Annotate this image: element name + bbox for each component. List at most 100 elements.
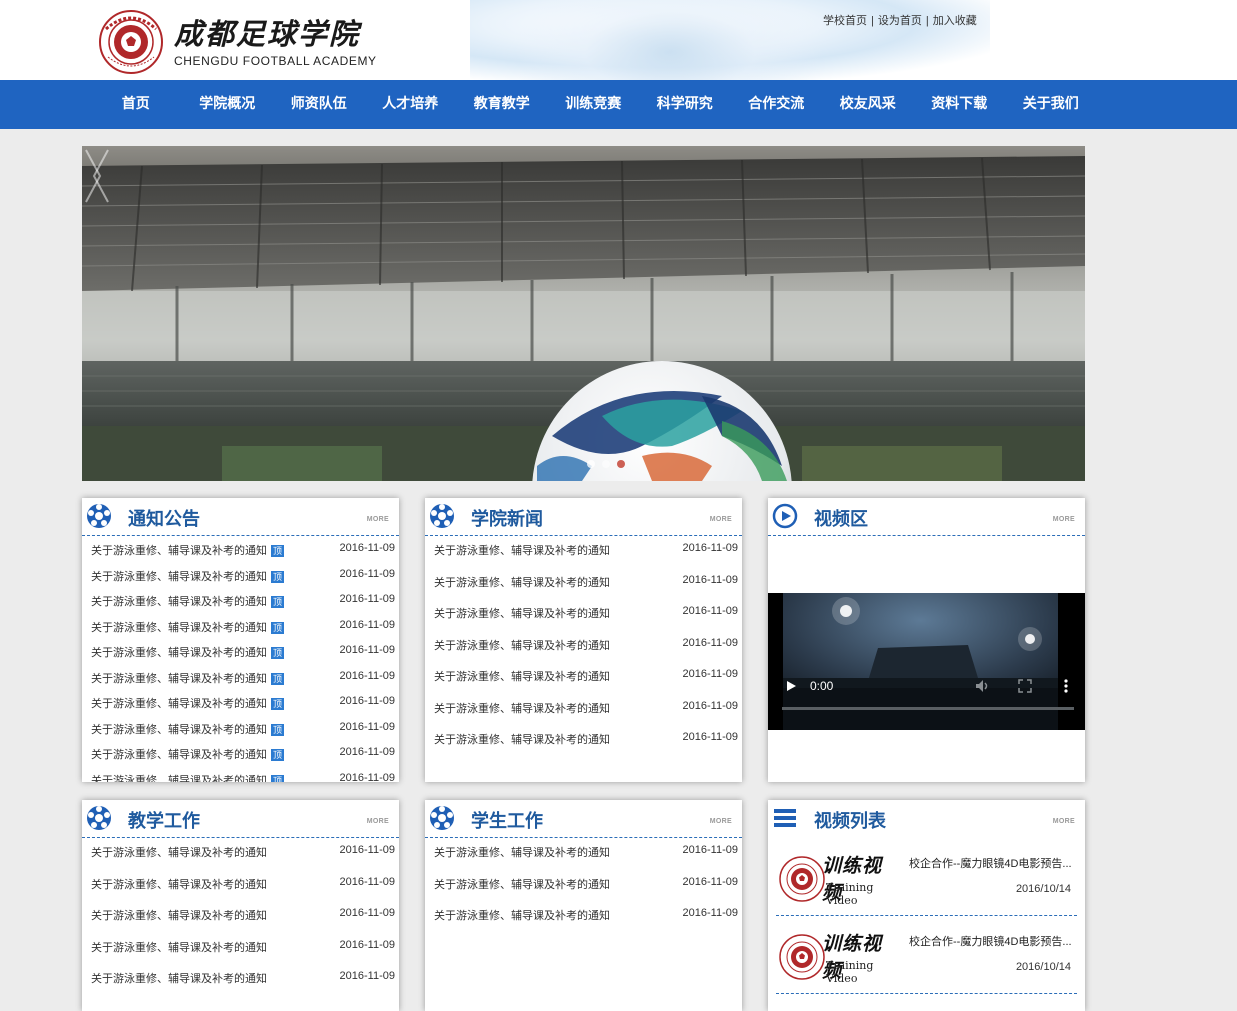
video-player[interactable]: 0:00 bbox=[768, 593, 1085, 730]
list-item[interactable]: 关于游泳重修、辅导课及补考的通知 2016-11-09 bbox=[425, 725, 742, 757]
item-title[interactable]: 关于游泳重修、辅导课及补考的通知 bbox=[434, 844, 610, 860]
item-title[interactable]: 关于游泳重修、辅导课及补考的通知 bbox=[434, 605, 610, 621]
fullscreen-icon[interactable] bbox=[1018, 679, 1032, 693]
item-date: 2016-11-09 bbox=[682, 605, 738, 617]
slide-dot-2 bbox=[602, 460, 610, 468]
nav-item-talent[interactable]: 人才培养 bbox=[365, 80, 457, 129]
item-title[interactable]: 关于游泳重修、辅导课及补考的通知 bbox=[91, 939, 267, 955]
item-title[interactable]: 关于游泳重修、辅导课及补考的通知顶 bbox=[91, 746, 284, 762]
list-item[interactable]: 关于游泳重修、辅导课及补考的通知 2016-11-09 bbox=[425, 870, 742, 902]
list-item[interactable]: 关于游泳重修、辅导课及补考的通知 2016-11-09 bbox=[82, 933, 399, 965]
video-progress-bar[interactable] bbox=[782, 707, 1074, 710]
item-title[interactable]: 关于游泳重修、辅导课及补考的通知 bbox=[434, 700, 610, 716]
item-date: 2016-11-09 bbox=[682, 573, 738, 586]
item-title[interactable]: 关于游泳重修、辅导课及补考的通知顶 bbox=[91, 644, 284, 660]
more-link[interactable]: MORE bbox=[367, 818, 389, 825]
nav-item-home[interactable]: 首页 bbox=[90, 80, 182, 129]
nav-item-education[interactable]: 教育教学 bbox=[456, 80, 548, 129]
list-item[interactable]: 关于游泳重修、辅导课及补考的通知 2016-11-09 bbox=[82, 870, 399, 902]
list-item[interactable]: 关于游泳重修、辅导课及补考的通知顶 2016-11-09 bbox=[82, 715, 399, 741]
item-title[interactable]: 关于游泳重修、辅导课及补考的通知 bbox=[434, 542, 610, 558]
item-date: 2016-11-09 bbox=[339, 746, 395, 758]
nav-item-about[interactable]: 关于我们 bbox=[1005, 80, 1097, 129]
link-set-homepage[interactable]: 设为首页 bbox=[878, 15, 922, 27]
video-list-item[interactable]: 训练视频 Training Video 校企合作--魔力眼镜4D电影预告... 201… bbox=[776, 838, 1077, 916]
list-item[interactable]: 关于游泳重修、辅导课及补考的通知 2016-11-09 bbox=[425, 662, 742, 694]
more-link[interactable]: MORE bbox=[1053, 818, 1075, 825]
item-title[interactable]: 关于游泳重修、辅导课及补考的通知 bbox=[91, 907, 267, 923]
item-title[interactable]: 关于游泳重修、辅导课及补考的通知 bbox=[434, 907, 610, 923]
list-item[interactable]: 关于游泳重修、辅导课及补考的通知 2016-11-09 bbox=[425, 599, 742, 631]
list-item[interactable]: 关于游泳重修、辅导课及补考的通知 2016-11-09 bbox=[82, 901, 399, 933]
list-item[interactable]: 关于游泳重修、辅导课及补考的通知 2016-11-09 bbox=[82, 838, 399, 870]
nav-item-cooperation[interactable]: 合作交流 bbox=[731, 80, 823, 129]
nav-item-alumni[interactable]: 校友风采 bbox=[822, 80, 914, 129]
play-icon[interactable] bbox=[785, 680, 797, 692]
nav-item-overview[interactable]: 学院概况 bbox=[182, 80, 274, 129]
top-badge: 顶 bbox=[271, 545, 284, 558]
item-title[interactable]: 关于游泳重修、辅导课及补考的通知顶 bbox=[91, 568, 284, 584]
item-title[interactable]: 关于游泳重修、辅导课及补考的通知顶 bbox=[91, 695, 284, 711]
list-item[interactable]: 关于游泳重修、辅导课及补考的通知 2016-11-09 bbox=[425, 631, 742, 663]
list-item[interactable]: 关于游泳重修、辅导课及补考的通知顶 2016-11-09 bbox=[82, 766, 399, 782]
play-circle-icon bbox=[772, 503, 798, 529]
site-header: 成都足球学院 CHENGDU FOOTBALL ACADEMY 学校首页 | 设为首… bbox=[0, 0, 1237, 80]
item-title[interactable]: 关于游泳重修、辅导课及补考的通知 bbox=[91, 876, 267, 892]
list-item[interactable]: 关于游泳重修、辅导课及补考的通知顶 2016-11-09 bbox=[82, 613, 399, 639]
list-item[interactable]: 关于游泳重修、辅导课及补考的通知 2016-11-09 bbox=[425, 536, 742, 568]
list-item[interactable]: 关于游泳重修、辅导课及补考的通知顶 2016-11-09 bbox=[82, 562, 399, 588]
volume-icon[interactable] bbox=[975, 679, 991, 693]
item-title[interactable]: 关于游泳重修、辅导课及补考的通知顶 bbox=[91, 619, 284, 635]
video-list: 训练视频 Training Video 校企合作--魔力眼镜4D电影预告... 201… bbox=[768, 838, 1085, 994]
video-thumbnail[interactable]: 训练视频 Training Video bbox=[778, 851, 898, 907]
video-thumbnail[interactable]: 训练视频 Training Video bbox=[778, 929, 898, 985]
list-item[interactable]: 关于游泳重修、辅导课及补考的通知 2016-11-09 bbox=[425, 838, 742, 870]
logo-chinese-name: 成都足球学院 bbox=[174, 17, 361, 51]
list-item[interactable]: 关于游泳重修、辅导课及补考的通知顶 2016-11-09 bbox=[82, 536, 399, 562]
more-link[interactable]: MORE bbox=[367, 516, 389, 523]
more-options-icon[interactable] bbox=[1063, 679, 1069, 693]
link-school-home[interactable]: 学校首页 bbox=[823, 15, 867, 27]
list-item[interactable]: 关于游泳重修、辅导课及补考的通知顶 2016-11-09 bbox=[82, 689, 399, 715]
item-title[interactable]: 关于游泳重修、辅导课及补考的通知 bbox=[434, 668, 610, 684]
item-title[interactable]: 关于游泳重修、辅导课及补考的通知 bbox=[91, 844, 267, 860]
hero-banner[interactable] bbox=[82, 146, 1085, 481]
link-add-favorite[interactable]: 加入收藏 bbox=[933, 15, 977, 27]
panel-header: 视频区 MORE bbox=[768, 498, 1085, 536]
item-title[interactable]: 关于游泳重修、辅导课及补考的通知 bbox=[434, 574, 610, 590]
video-title[interactable]: 校企合作--魔力眼镜4D电影预告... bbox=[909, 933, 1072, 949]
list-item[interactable]: 关于游泳重修、辅导课及补考的通知 2016-11-09 bbox=[425, 901, 742, 933]
list-item[interactable]: 关于游泳重修、辅导课及补考的通知顶 2016-11-09 bbox=[82, 740, 399, 766]
top-badge: 顶 bbox=[271, 698, 284, 711]
item-title[interactable]: 关于游泳重修、辅导课及补考的通知顶 bbox=[91, 670, 284, 686]
item-title[interactable]: 关于游泳重修、辅导课及补考的通知顶 bbox=[91, 593, 284, 609]
list-item[interactable]: 关于游泳重修、辅导课及补考的通知 2016-11-09 bbox=[82, 964, 399, 996]
list-item[interactable]: 关于游泳重修、辅导课及补考的通知 2016-11-09 bbox=[425, 694, 742, 726]
more-link[interactable]: MORE bbox=[710, 516, 732, 523]
video-title[interactable]: 校企合作--魔力眼镜4D电影预告... bbox=[909, 855, 1072, 871]
nav-item-faculty[interactable]: 师资队伍 bbox=[273, 80, 365, 129]
item-title[interactable]: 关于游泳重修、辅导课及补考的通知 bbox=[434, 637, 610, 653]
list-item[interactable]: 关于游泳重修、辅导课及补考的通知顶 2016-11-09 bbox=[82, 587, 399, 613]
list-item[interactable]: 关于游泳重修、辅导课及补考的通知顶 2016-11-09 bbox=[82, 638, 399, 664]
more-link[interactable]: MORE bbox=[710, 818, 732, 825]
soccer-ball-icon bbox=[87, 504, 111, 528]
list-item[interactable]: 关于游泳重修、辅导课及补考的通知 2016-11-09 bbox=[425, 568, 742, 600]
video-list-item[interactable]: 训练视频 Training Video 校企合作--魔力眼镜4D电影预告... 201… bbox=[776, 916, 1077, 994]
item-title[interactable]: 关于游泳重修、辅导课及补考的通知 bbox=[91, 970, 267, 986]
item-title[interactable]: 关于游泳重修、辅导课及补考的通知顶 bbox=[91, 721, 284, 737]
site-logo[interactable]: 成都足球学院 CHENGDU FOOTBALL ACADEMY bbox=[98, 9, 377, 75]
item-title[interactable]: 关于游泳重修、辅导课及补考的通知顶 bbox=[91, 542, 284, 558]
item-title[interactable]: 关于游泳重修、辅导课及补考的通知顶 bbox=[91, 772, 284, 782]
nav-item-training[interactable]: 训练竞赛 bbox=[548, 80, 640, 129]
nav-item-downloads[interactable]: 资料下载 bbox=[914, 80, 1006, 129]
more-link[interactable]: MORE bbox=[1053, 516, 1075, 523]
chevron-right-icon[interactable] bbox=[82, 146, 104, 206]
thumb-en: Training Video bbox=[826, 959, 874, 985]
list-item[interactable]: 关于游泳重修、辅导课及补考的通知顶 2016-11-09 bbox=[82, 664, 399, 690]
item-title[interactable]: 关于游泳重修、辅导课及补考的通知 bbox=[434, 876, 610, 892]
nav-item-research[interactable]: 科学研究 bbox=[639, 80, 731, 129]
item-date: 2016-11-09 bbox=[339, 720, 395, 733]
item-title[interactable]: 关于游泳重修、辅导课及补考的通知 bbox=[434, 731, 610, 747]
logo-english-name: CHENGDU FOOTBALL ACADEMY bbox=[174, 54, 377, 68]
